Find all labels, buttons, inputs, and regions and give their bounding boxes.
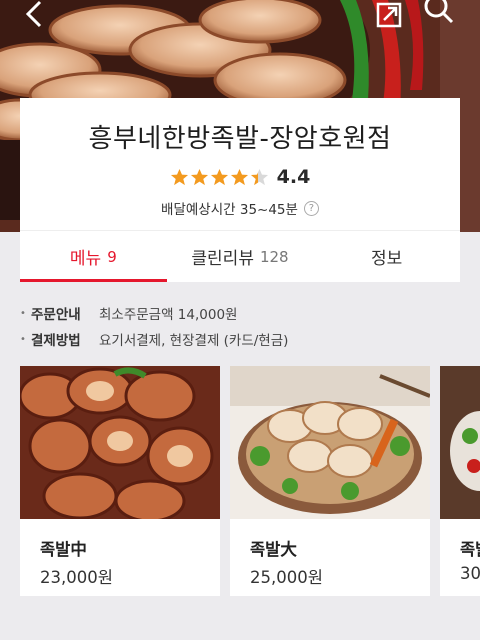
product-price: 30 — [460, 564, 480, 583]
bullet-icon: • — [20, 307, 26, 319]
share-icon[interactable] — [370, 0, 410, 32]
product-image — [440, 366, 480, 519]
product-card[interactable]: 족발大 25,000원 — [230, 366, 430, 596]
star-icon — [170, 168, 188, 185]
search-icon[interactable] — [418, 0, 458, 32]
product-name: 족발大 — [250, 540, 297, 559]
star-icon — [250, 168, 268, 185]
product-price: 23,000원 — [40, 568, 113, 587]
bullet-icon: • — [20, 333, 26, 345]
order-notice: • 주문안내 최소주문금액 14,000원 • 결제방법 요기서결제, 현장결제… — [20, 300, 460, 352]
star-icon — [190, 168, 208, 185]
star-icon — [210, 168, 228, 185]
star-icon — [230, 168, 248, 185]
notice-label: 결제방법 — [31, 333, 81, 349]
notice-label: 주문안내 — [31, 307, 81, 323]
product-price: 25,000원 — [250, 568, 323, 587]
product-carousel[interactable]: 족발中 23,000원 족발大 25,000원 족 30 — [20, 366, 480, 596]
tab-reviews[interactable]: 클린리뷰 128 — [167, 231, 314, 282]
rating-row: 4.4 — [20, 165, 460, 189]
tab-info[interactable]: 정보 — [313, 231, 460, 282]
product-name: 족발 — [460, 540, 480, 559]
delivery-time-row: 배달예상시간 35~45분 ? — [20, 198, 460, 218]
product-name: 족발中 — [40, 540, 87, 559]
tab-label: 클린리뷰 — [191, 249, 254, 269]
store-info-card: 흥부네한방족발-장암호원점 4.4 배달예상시간 35~45분 ? — [20, 98, 460, 230]
product-card[interactable]: 족발 30 — [440, 366, 480, 596]
product-image — [20, 366, 220, 519]
tab-count: 128 — [259, 247, 289, 266]
rating-value: 4.4 — [276, 166, 311, 188]
rating-stars — [170, 168, 269, 187]
product-image — [230, 366, 430, 519]
tab-menu[interactable]: 메뉴 9 — [20, 231, 167, 282]
store-tabs: 메뉴 9 클린리뷰 128 정보 — [20, 230, 460, 282]
help-icon[interactable]: ? — [303, 200, 319, 216]
tab-count: 9 — [107, 247, 117, 266]
notice-value: 요기서결제, 현장결제 (카드/현금) — [99, 333, 289, 349]
notice-value: 최소주문금액 14,000원 — [99, 307, 238, 323]
tab-label: 메뉴 — [69, 249, 102, 269]
store-name: 흥부네한방족발-장암호원점 — [88, 124, 392, 154]
tab-label: 정보 — [371, 249, 403, 269]
notice-row: • 주문안내 최소주문금액 14,000원 — [20, 300, 460, 326]
back-icon[interactable] — [18, 0, 58, 32]
notice-row: • 결제방법 요기서결제, 현장결제 (카드/현금) — [20, 326, 460, 352]
delivery-time: 배달예상시간 35~45분 — [161, 202, 298, 218]
product-card[interactable]: 족발中 23,000원 — [20, 366, 220, 596]
